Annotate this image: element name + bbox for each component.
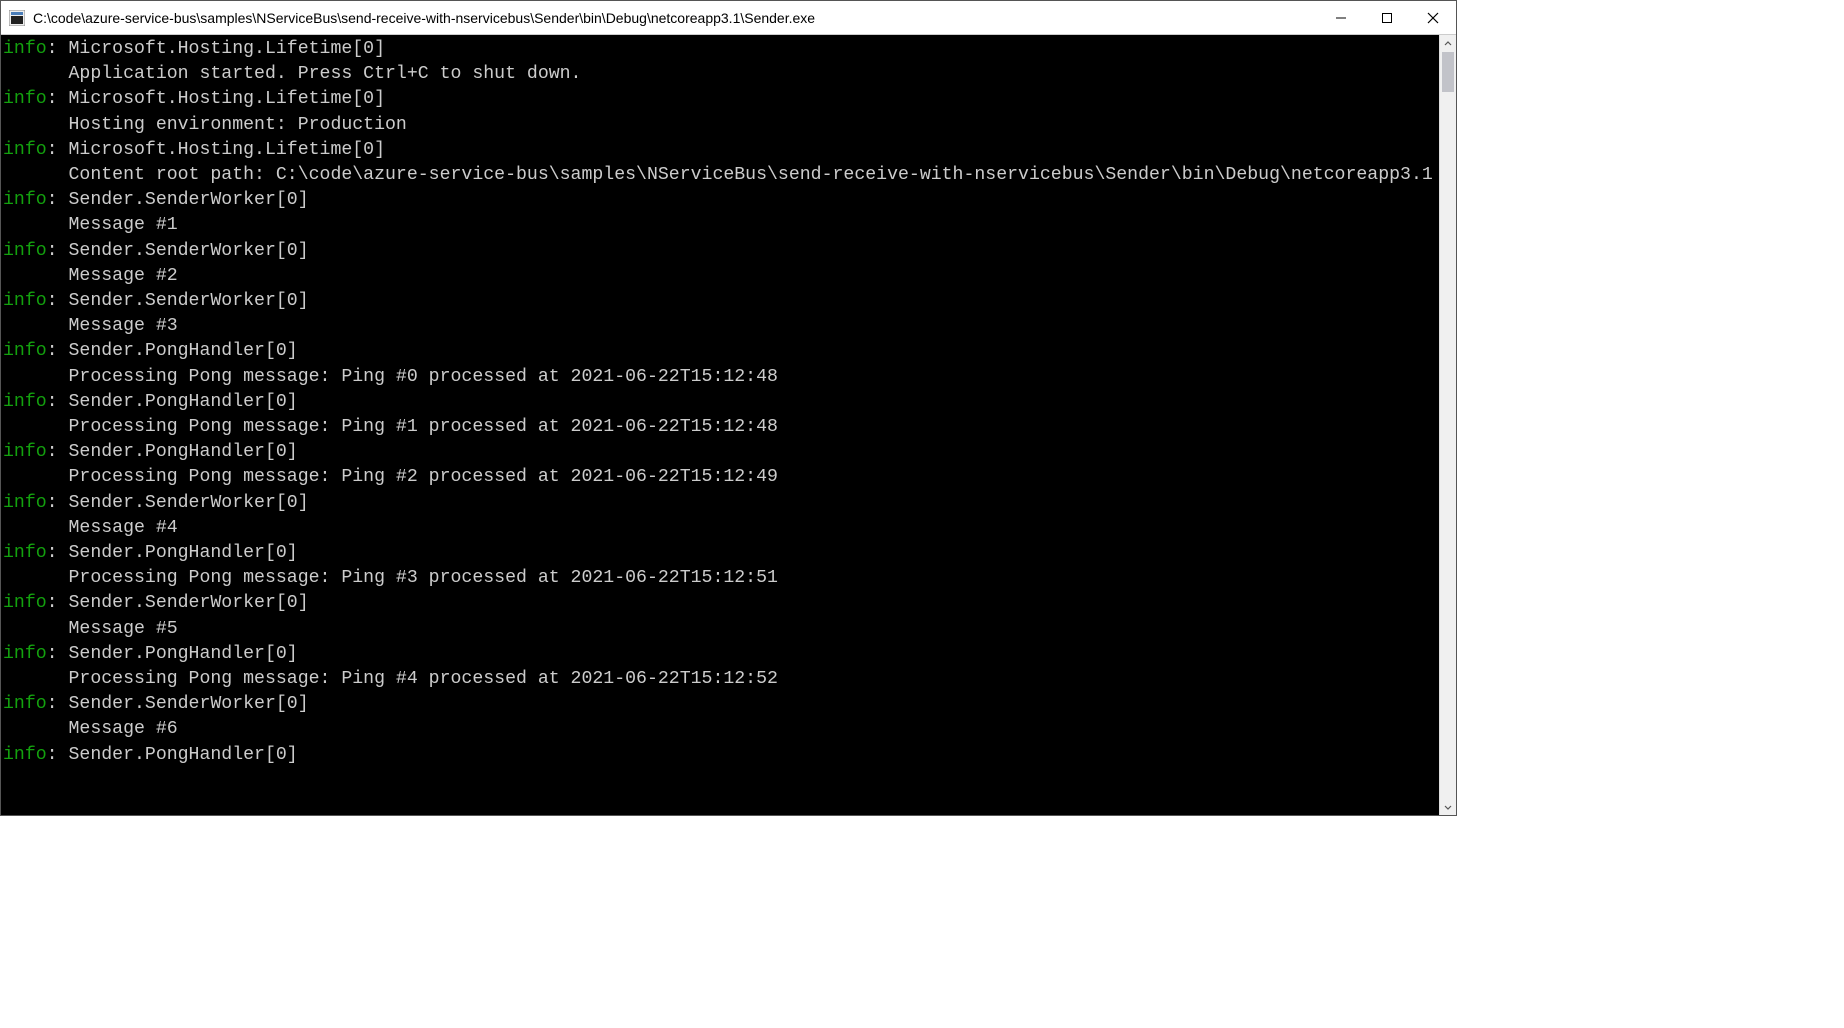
log-level: info: [3, 644, 47, 664]
scroll-down-button[interactable]: [1440, 798, 1456, 815]
log-line-header: info: Sender.PongHandler[0]: [3, 339, 1439, 364]
log-level: info: [3, 89, 47, 109]
log-level: info: [3, 241, 47, 261]
log-source: : Sender.SenderWorker[0]: [47, 593, 309, 613]
scrollbar-track[interactable]: [1440, 52, 1456, 798]
titlebar[interactable]: C:\code\azure-service-bus\samples\NServi…: [1, 1, 1456, 35]
vertical-scrollbar[interactable]: [1439, 35, 1456, 815]
log-level: info: [3, 39, 47, 59]
log-body: Message #2: [3, 264, 1439, 289]
log-body: Message #4: [3, 516, 1439, 541]
console-window: C:\code\azure-service-bus\samples\NServi…: [0, 0, 1457, 816]
log-level: info: [3, 392, 47, 412]
log-source: : Microsoft.Hosting.Lifetime[0]: [47, 39, 385, 59]
log-level: info: [3, 190, 47, 210]
log-line-header: info: Sender.PongHandler[0]: [3, 642, 1439, 667]
log-source: : Sender.SenderWorker[0]: [47, 493, 309, 513]
maximize-button[interactable]: [1364, 1, 1410, 34]
log-body: Processing Pong message: Ping #0 process…: [3, 365, 1439, 390]
log-body: Content root path: C:\code\azure-service…: [3, 163, 1439, 188]
log-body: Application started. Press Ctrl+C to shu…: [3, 62, 1439, 87]
log-line-header: info: Sender.SenderWorker[0]: [3, 239, 1439, 264]
log-source: : Microsoft.Hosting.Lifetime[0]: [47, 140, 385, 160]
log-level: info: [3, 745, 47, 765]
window-title: C:\code\azure-service-bus\samples\NServi…: [33, 10, 1318, 26]
log-line-header: info: Microsoft.Hosting.Lifetime[0]: [3, 138, 1439, 163]
log-level: info: [3, 593, 47, 613]
scroll-up-button[interactable]: [1440, 35, 1456, 52]
log-source: : Sender.SenderWorker[0]: [47, 241, 309, 261]
log-line-header: info: Sender.PongHandler[0]: [3, 440, 1439, 465]
log-line-header: info: Microsoft.Hosting.Lifetime[0]: [3, 37, 1439, 62]
log-source: : Sender.PongHandler[0]: [47, 745, 298, 765]
log-body: Message #6: [3, 717, 1439, 742]
log-level: info: [3, 291, 47, 311]
log-line-header: info: Sender.SenderWorker[0]: [3, 188, 1439, 213]
log-line-header: info: Sender.PongHandler[0]: [3, 541, 1439, 566]
log-line-header: info: Sender.PongHandler[0]: [3, 390, 1439, 415]
log-level: info: [3, 442, 47, 462]
log-body: Message #3: [3, 314, 1439, 339]
log-body: Processing Pong message: Ping #4 process…: [3, 667, 1439, 692]
log-level: info: [3, 694, 47, 714]
log-line-header: info: Microsoft.Hosting.Lifetime[0]: [3, 87, 1439, 112]
minimize-button[interactable]: [1318, 1, 1364, 34]
log-body: Message #1: [3, 213, 1439, 238]
log-body: Processing Pong message: Ping #2 process…: [3, 465, 1439, 490]
log-body: Processing Pong message: Ping #1 process…: [3, 415, 1439, 440]
log-source: : Sender.PongHandler[0]: [47, 341, 298, 361]
log-level: info: [3, 140, 47, 160]
log-body: Hosting environment: Production: [3, 113, 1439, 138]
close-button[interactable]: [1410, 1, 1456, 34]
window-controls: [1318, 1, 1456, 34]
log-level: info: [3, 543, 47, 563]
scrollbar-thumb[interactable]: [1442, 52, 1454, 92]
log-line-header: info: Sender.SenderWorker[0]: [3, 591, 1439, 616]
log-line-header: info: Sender.SenderWorker[0]: [3, 692, 1439, 717]
log-body: Processing Pong message: Ping #3 process…: [3, 566, 1439, 591]
log-source: : Sender.PongHandler[0]: [47, 543, 298, 563]
log-line-header: info: Sender.SenderWorker[0]: [3, 491, 1439, 516]
log-source: : Sender.SenderWorker[0]: [47, 694, 309, 714]
content-area: info: Microsoft.Hosting.Lifetime[0] Appl…: [1, 35, 1456, 815]
log-source: : Sender.SenderWorker[0]: [47, 190, 309, 210]
log-line-header: info: Sender.SenderWorker[0]: [3, 289, 1439, 314]
log-body: Message #5: [3, 617, 1439, 642]
log-source: : Sender.PongHandler[0]: [47, 644, 298, 664]
log-line-header: info: Sender.PongHandler[0]: [3, 743, 1439, 768]
log-level: info: [3, 493, 47, 513]
log-source: : Sender.PongHandler[0]: [47, 442, 298, 462]
log-source: : Sender.SenderWorker[0]: [47, 291, 309, 311]
log-source: : Sender.PongHandler[0]: [47, 392, 298, 412]
log-level: info: [3, 341, 47, 361]
log-source: : Microsoft.Hosting.Lifetime[0]: [47, 89, 385, 109]
app-icon: [9, 10, 25, 26]
console-output[interactable]: info: Microsoft.Hosting.Lifetime[0] Appl…: [1, 35, 1439, 815]
